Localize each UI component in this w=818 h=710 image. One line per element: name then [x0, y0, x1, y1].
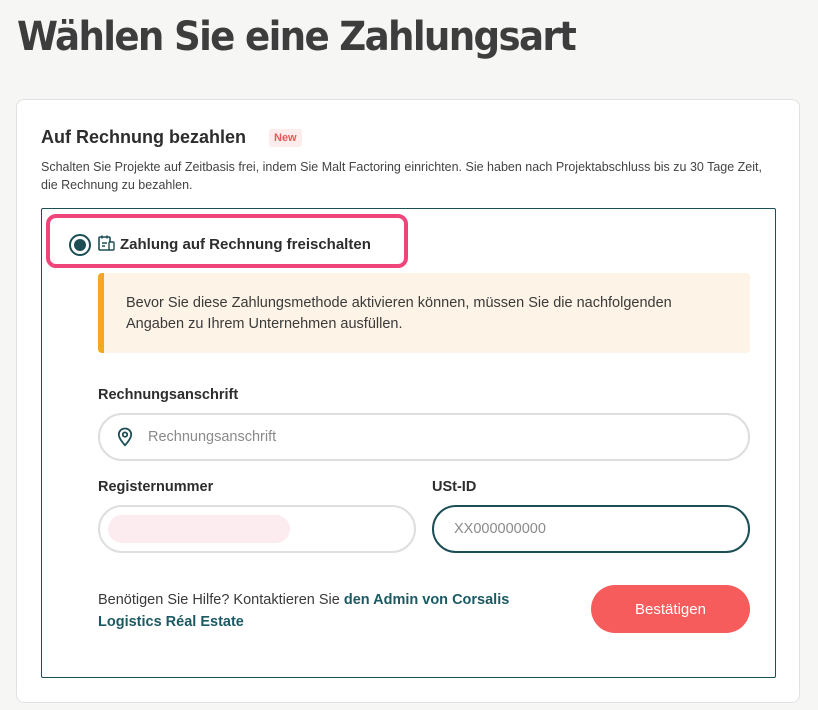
info-notice-text: Bevor Sie diese Zahlungsmethode aktivier… — [126, 295, 672, 332]
help-text-prefix: Benötigen Sie Hilfe? Kontaktieren Sie — [98, 592, 344, 608]
register-number-field[interactable] — [98, 505, 416, 553]
payment-method-card: Auf Rechnung bezahlen New Schalten Sie P… — [16, 99, 800, 703]
redacted-register-value — [108, 515, 290, 543]
invoice-radio-button[interactable] — [69, 234, 91, 256]
section-description: Schalten Sie Projekte auf Zeitbasis frei… — [41, 160, 762, 192]
invoice-option-panel: Zahlung auf Rechnung freischalten Bevor … — [41, 208, 776, 678]
new-badge: New — [269, 129, 302, 147]
invoice-icon — [98, 235, 115, 251]
location-pin-icon — [117, 427, 133, 447]
option-highlight: Zahlung auf Rechnung freischalten — [46, 214, 408, 268]
info-notice: Bevor Sie diese Zahlungsmethode aktivier… — [98, 273, 750, 353]
page-title: Wählen Sie eine Zahlungsart — [17, 14, 577, 60]
vat-id-field[interactable] — [432, 505, 750, 553]
invoice-option-label[interactable]: Zahlung auf Rechnung freischalten — [120, 236, 371, 253]
confirm-button[interactable]: Bestätigen — [591, 585, 750, 633]
register-number-label: Registernummer — [98, 479, 214, 495]
address-input[interactable] — [148, 415, 738, 459]
help-text: Benötigen Sie Hilfe? Kontaktieren Sie de… — [98, 589, 568, 633]
vat-id-label: USt-ID — [432, 479, 477, 495]
address-label: Rechnungsanschrift — [98, 387, 239, 403]
address-field[interactable] — [98, 413, 750, 461]
vat-id-input[interactable] — [454, 507, 734, 551]
section-title: Auf Rechnung bezahlen — [41, 127, 247, 147]
